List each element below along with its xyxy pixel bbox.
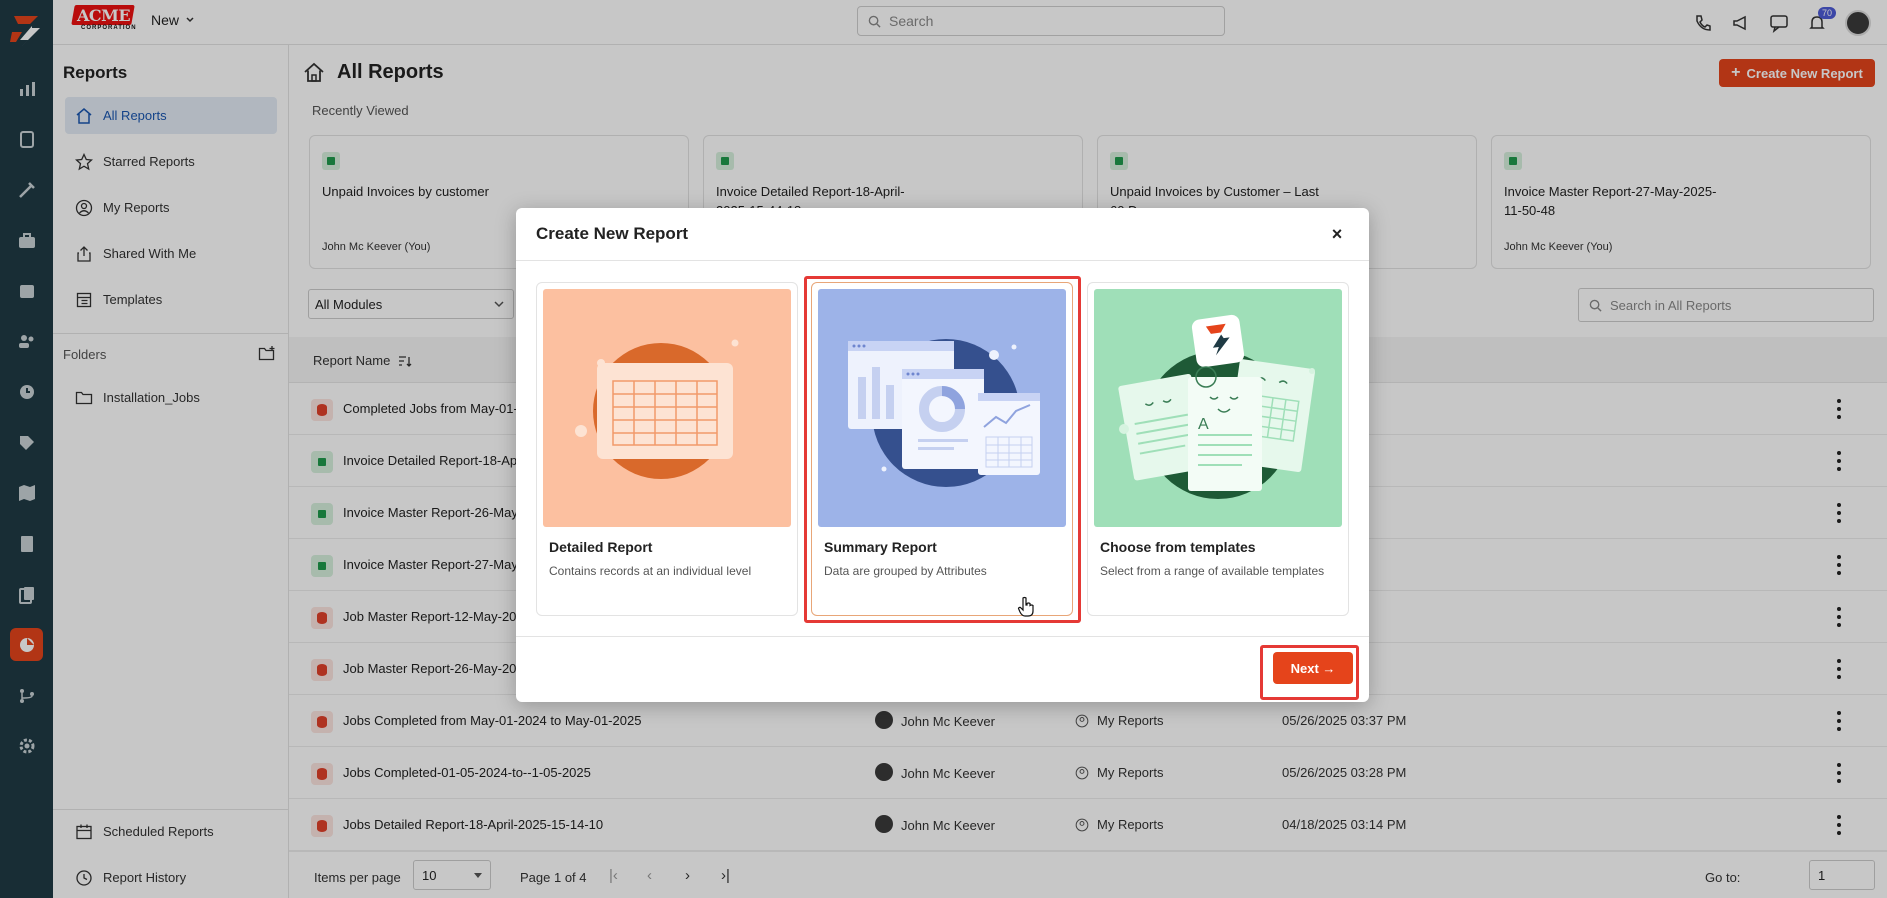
svg-text:A: A bbox=[1198, 416, 1209, 433]
modal-divider bbox=[516, 260, 1369, 261]
option-title: Detailed Report bbox=[549, 539, 653, 555]
close-icon[interactable]: × bbox=[1328, 225, 1346, 243]
templates-illustration: A bbox=[1094, 289, 1342, 527]
option-description: Contains records at an individual level bbox=[549, 564, 752, 578]
modal-title: Create New Report bbox=[536, 224, 689, 243]
hand-cursor-icon bbox=[1017, 596, 1034, 617]
summary-report-highlight bbox=[804, 276, 1081, 623]
option-title: Choose from templates bbox=[1100, 539, 1256, 555]
option-detailed-report[interactable]: Detailed Report Contains records at an i… bbox=[536, 282, 798, 616]
option-description: Select from a range of available templat… bbox=[1100, 564, 1325, 578]
option-choose-from-templates[interactable]: A Choose from templates Select from a ra… bbox=[1087, 282, 1349, 616]
next-button-highlight bbox=[1260, 645, 1359, 700]
detailed-report-illustration bbox=[543, 289, 791, 527]
modal-divider bbox=[516, 636, 1369, 637]
